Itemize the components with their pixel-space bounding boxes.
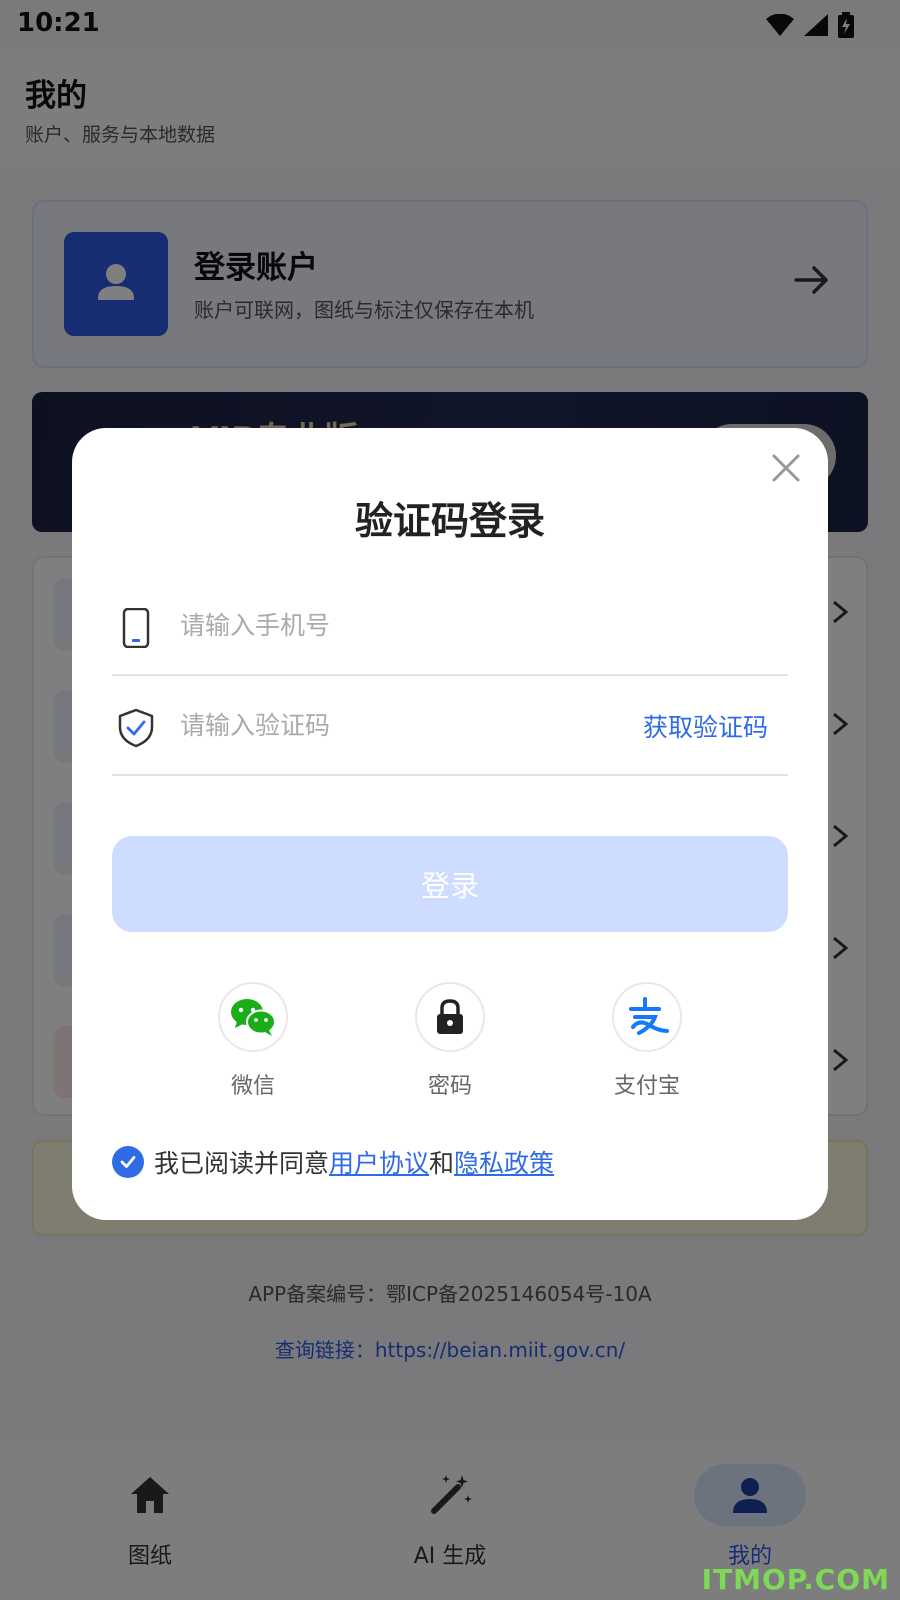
- phone-input[interactable]: [180, 598, 620, 652]
- password-login-button[interactable]: 密码: [375, 982, 525, 1100]
- phone-field: [112, 578, 788, 676]
- alipay-login-button[interactable]: 支付宝: [572, 982, 722, 1100]
- wechat-login-button[interactable]: 微信: [178, 982, 328, 1100]
- login-dialog: 验证码登录 获取验证码 登录 微信: [72, 428, 828, 1220]
- wechat-icon: [231, 999, 276, 1036]
- close-button[interactable]: [762, 444, 810, 492]
- alipay-icon: [629, 997, 669, 1035]
- lock-icon: [437, 999, 463, 1034]
- shield-check-icon: [118, 708, 154, 748]
- password-label: 密码: [427, 1074, 472, 1099]
- get-code-button[interactable]: 获取验证码: [643, 708, 768, 744]
- dialog-title: 验证码登录: [354, 499, 545, 543]
- agreement-row: 我已阅读并同意 用户协议和隐私政策: [112, 1144, 554, 1180]
- agreement-and: 和: [429, 1149, 455, 1178]
- code-input[interactable]: [180, 698, 620, 752]
- wechat-label: 微信: [230, 1074, 275, 1099]
- alipay-label: 支付宝: [613, 1074, 680, 1099]
- login-button[interactable]: 登录: [112, 836, 788, 932]
- user-agreement-link[interactable]: 用户协议: [329, 1144, 429, 1180]
- watermark: ITMOP.COM: [701, 1563, 890, 1596]
- agreement-checkbox[interactable]: [112, 1146, 144, 1178]
- check-icon: [120, 1156, 136, 1168]
- code-field: 获取验证码: [112, 678, 788, 776]
- agreement-prefix: 我已阅读并同意: [154, 1149, 330, 1178]
- phone-icon: [122, 608, 150, 648]
- privacy-policy-link[interactable]: 隐私政策: [454, 1144, 554, 1180]
- close-icon: [772, 454, 800, 482]
